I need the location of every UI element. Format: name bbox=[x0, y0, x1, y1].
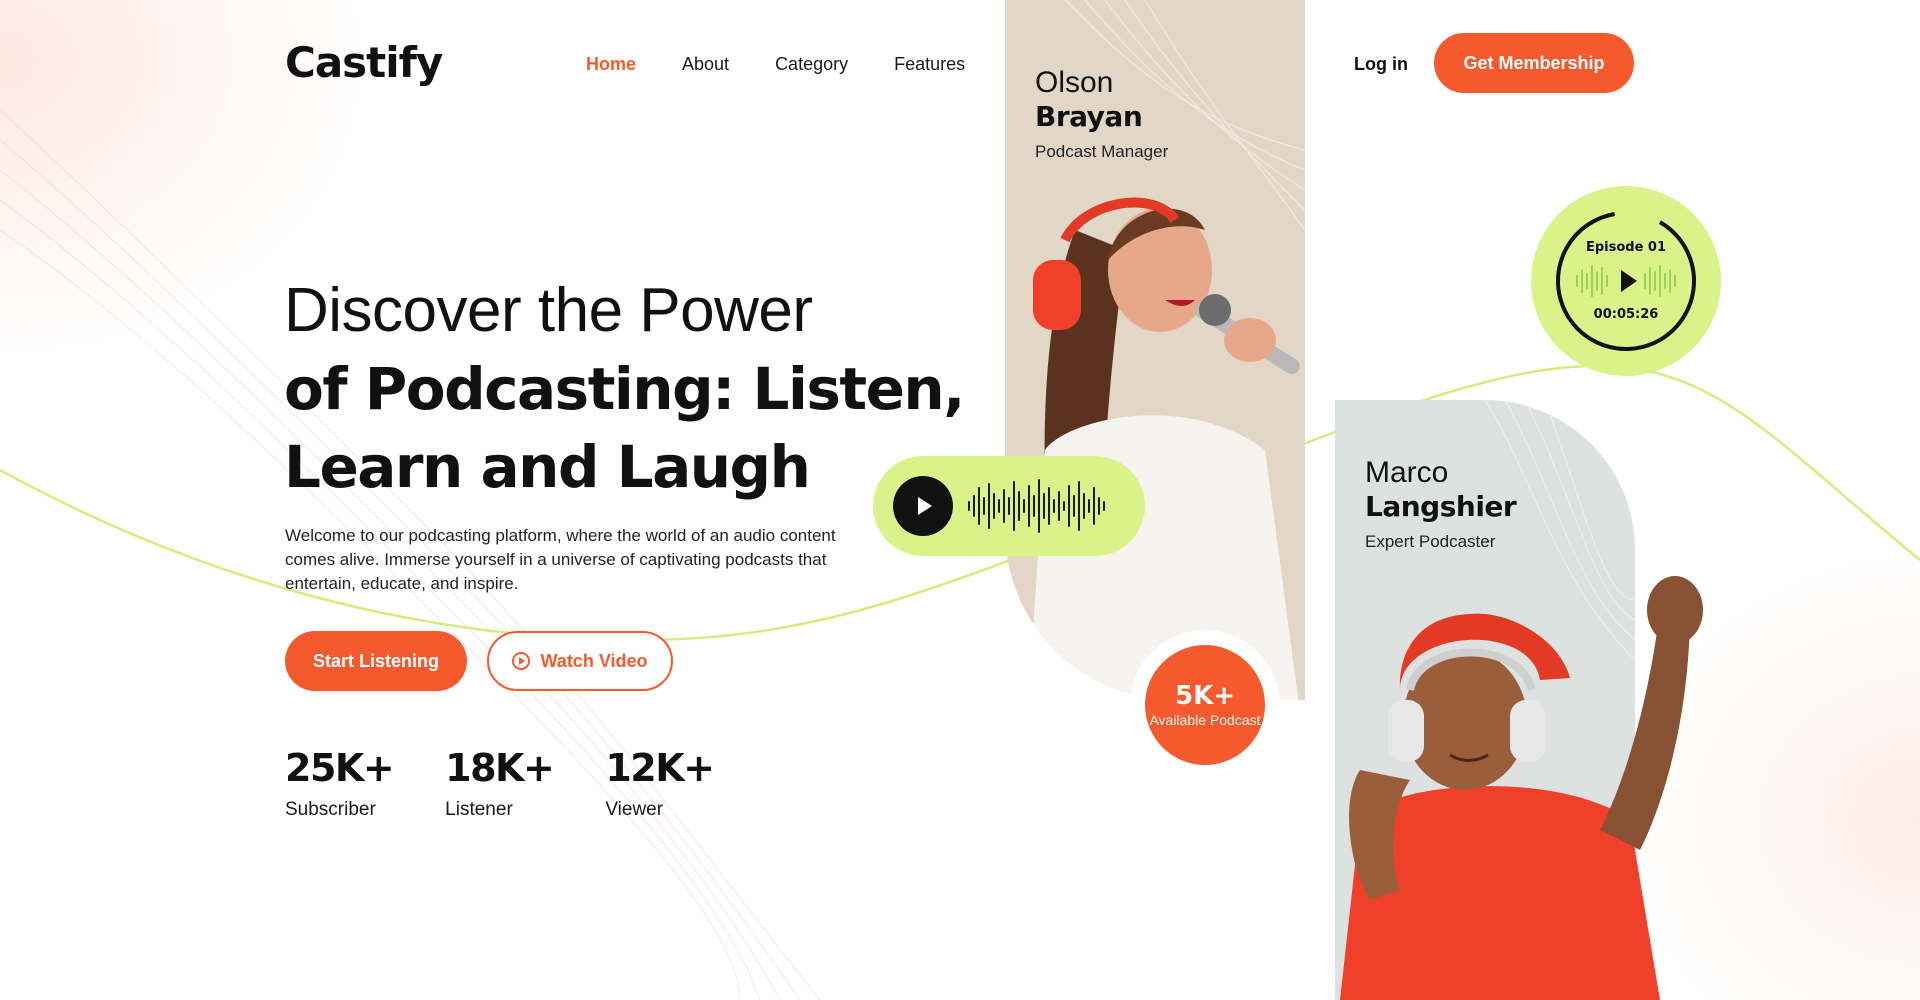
podcaster-last-name: Langshier bbox=[1365, 490, 1517, 523]
podcaster-first-name: Marco bbox=[1365, 456, 1449, 489]
stat-value: 12K+ bbox=[605, 746, 715, 790]
podcaster-last-name: Brayan bbox=[1035, 100, 1143, 133]
stat-label: Subscriber bbox=[285, 799, 376, 820]
stat-viewer: 12K+ Viewer bbox=[605, 745, 715, 821]
stat-value: 18K+ bbox=[445, 746, 555, 790]
main-nav: Home About Category Features bbox=[586, 52, 1011, 76]
play-circle-icon bbox=[512, 652, 531, 670]
play-icon[interactable] bbox=[1621, 270, 1637, 292]
stats: 25K+ Subscriber 18K+ Listener 12K+ Viewe… bbox=[285, 745, 766, 821]
podcaster-role: Expert Podcaster bbox=[1365, 532, 1496, 551]
start-listening-button[interactable]: Start Listening bbox=[285, 631, 467, 691]
stat-label: Listener bbox=[445, 799, 513, 820]
podcaster-card-olson[interactable]: Olson Brayan Podcast Manager bbox=[1005, 0, 1305, 700]
watch-video-label: Watch Video bbox=[540, 650, 648, 671]
stat-label: Viewer bbox=[605, 799, 664, 820]
stat-listener: 18K+ Listener bbox=[445, 745, 555, 821]
nav-item-home[interactable]: Home bbox=[586, 52, 636, 76]
login-link[interactable]: Log in bbox=[1354, 52, 1408, 76]
logo[interactable]: Castify bbox=[285, 38, 443, 87]
badge-value: 5K+ bbox=[1174, 681, 1236, 711]
nav-item-features[interactable]: Features bbox=[894, 52, 965, 76]
hero-title-line2: of Podcasting: Listen, bbox=[284, 355, 965, 423]
stat-value: 25K+ bbox=[285, 746, 395, 790]
card-text: Olson Brayan Podcast Manager bbox=[1035, 66, 1168, 162]
episode-player[interactable]: Episode 01 00:05:26 bbox=[1531, 186, 1721, 376]
podcaster-first-name: Olson bbox=[1035, 66, 1114, 99]
hero-title-line1: Discover the Power bbox=[284, 276, 813, 345]
play-icon[interactable] bbox=[893, 476, 953, 536]
get-membership-button[interactable]: Get Membership bbox=[1434, 33, 1634, 93]
badge-circle: 5K+ Available Podcast bbox=[1145, 645, 1265, 765]
man-dancing-image bbox=[1340, 576, 1703, 1000]
woman-singer-image bbox=[1028, 197, 1300, 700]
watch-video-button[interactable]: Watch Video bbox=[487, 631, 673, 691]
nav-item-about[interactable]: About bbox=[682, 52, 729, 76]
episode-title: Episode 01 bbox=[1585, 240, 1667, 255]
available-podcast-badge: 5K+ Available Podcast bbox=[1130, 630, 1280, 780]
card-text: Marco Langshier Expert Podcaster bbox=[1365, 456, 1517, 552]
podcaster-role: Podcast Manager bbox=[1035, 142, 1169, 161]
nav-item-category[interactable]: Category bbox=[775, 52, 848, 76]
hero-description: Welcome to our podcasting platform, wher… bbox=[285, 526, 836, 593]
audio-player[interactable] bbox=[873, 456, 1145, 556]
episode-time: 00:05:26 bbox=[1593, 307, 1659, 322]
hero-title-line3: Learn and Laugh bbox=[284, 433, 811, 501]
badge-label: Available Podcast bbox=[1149, 712, 1261, 728]
stat-subscriber: 25K+ Subscriber bbox=[285, 745, 395, 821]
hero-title: Discover the Power of Podcasting: Listen… bbox=[284, 272, 965, 506]
waveform-icon bbox=[968, 479, 1105, 533]
